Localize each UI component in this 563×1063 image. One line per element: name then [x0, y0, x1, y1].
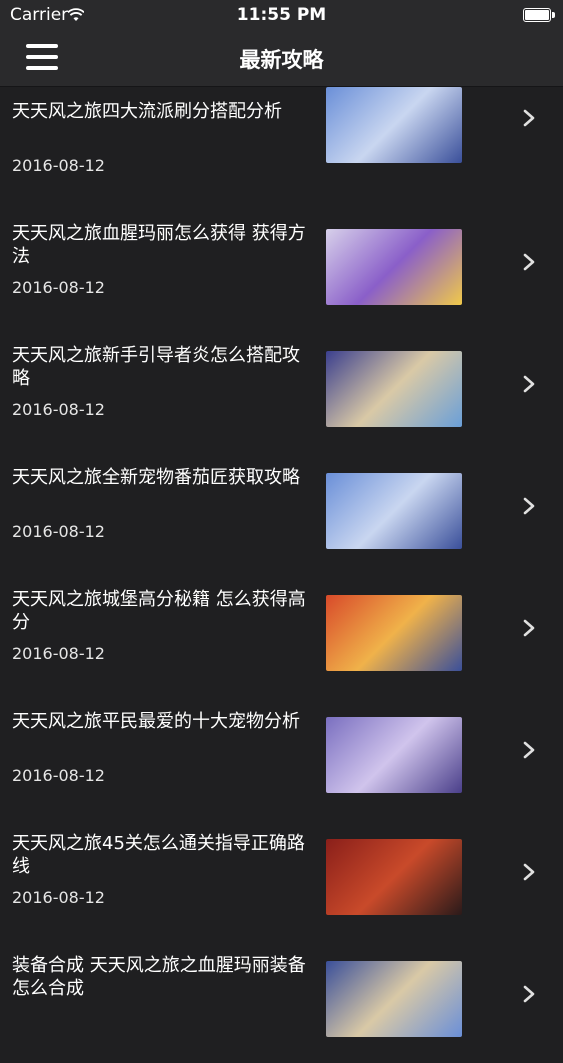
article-title: 天天风之旅全新宠物番茄匠获取攻略: [12, 467, 300, 488]
article-date: 2016-08-12: [12, 888, 105, 907]
article-thumbnail: [326, 961, 462, 1037]
battery-icon: [523, 8, 555, 22]
article-thumbnail: [326, 717, 462, 793]
article-thumbnail: [326, 87, 462, 163]
chevron-right-icon: [523, 619, 535, 637]
list-item[interactable]: 天天风之旅新手引导者炎怎么搭配攻略 2016-08-12: [0, 331, 563, 453]
article-thumbnail: [326, 473, 462, 549]
page-title: 最新攻略: [239, 48, 324, 72]
list-item[interactable]: 天天风之旅全新宠物番茄匠获取攻略 2016-08-12: [0, 453, 563, 575]
list-item[interactable]: 装备合成 天天风之旅之血腥玛丽装备怎么合成: [0, 941, 563, 1063]
article-title: 天天风之旅血腥玛丽怎么获得 获得方法: [12, 223, 306, 267]
list-item[interactable]: 天天风之旅45关怎么通关指导正确路线 2016-08-12: [0, 819, 563, 941]
article-thumbnail: [326, 351, 462, 427]
article-title: 装备合成 天天风之旅之血腥玛丽装备怎么合成: [12, 955, 306, 999]
chevron-right-icon: [523, 985, 535, 1003]
chevron-right-icon: [523, 863, 535, 881]
article-date: 2016-08-12: [12, 522, 105, 541]
article-thumbnail: [326, 595, 462, 671]
list-item[interactable]: 天天风之旅四大流派刷分搭配分析 2016-08-12: [0, 87, 563, 209]
status-bar: Carrier 11:55 PM: [0, 0, 563, 30]
list-item[interactable]: 天天风之旅城堡高分秘籍 怎么获得高分 2016-08-12: [0, 575, 563, 697]
article-date: 2016-08-12: [12, 278, 105, 297]
article-date: 2016-08-12: [12, 156, 105, 175]
chevron-right-icon: [523, 109, 535, 127]
chevron-right-icon: [523, 253, 535, 271]
navigation-bar: 最新攻略: [0, 30, 563, 87]
article-title: 天天风之旅四大流派刷分搭配分析: [12, 101, 282, 122]
list-item[interactable]: 天天风之旅平民最爱的十大宠物分析 2016-08-12: [0, 697, 563, 819]
chevron-right-icon: [523, 497, 535, 515]
article-title: 天天风之旅城堡高分秘籍 怎么获得高分: [12, 589, 306, 633]
article-thumbnail: [326, 839, 462, 915]
article-title: 天天风之旅平民最爱的十大宠物分析: [12, 711, 300, 732]
list-item[interactable]: 天天风之旅血腥玛丽怎么获得 获得方法 2016-08-12: [0, 209, 563, 331]
article-date: 2016-08-12: [12, 766, 105, 785]
status-time: 11:55 PM: [236, 5, 327, 25]
article-date: 2016-08-12: [12, 644, 105, 663]
chevron-right-icon: [523, 741, 535, 759]
article-thumbnail: [326, 229, 462, 305]
article-title: 天天风之旅新手引导者炎怎么搭配攻略: [12, 345, 300, 389]
chevron-right-icon: [523, 375, 535, 393]
article-date: 2016-08-12: [12, 400, 105, 419]
article-title: 天天风之旅45关怎么通关指导正确路线: [12, 833, 305, 877]
